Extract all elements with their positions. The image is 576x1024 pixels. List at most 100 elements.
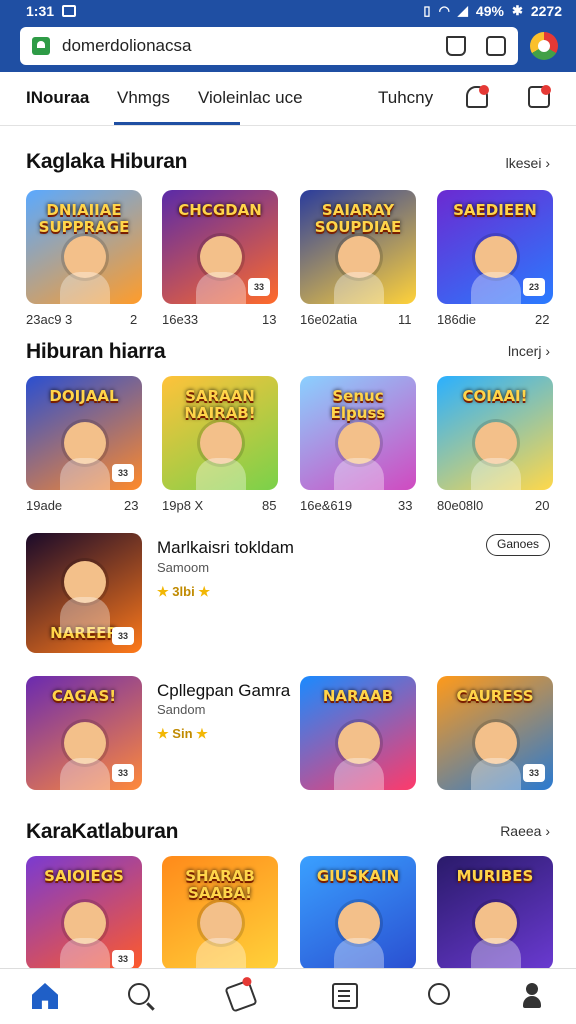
url-text[interactable]: domerdolionacsa <box>62 36 426 56</box>
see-more-link[interactable]: Raeea › <box>500 823 550 839</box>
tile-art-title: SAIOIEGS <box>44 867 124 885</box>
game-tile[interactable]: CAURESS 33 <box>437 676 553 790</box>
game-tile[interactable]: NARAAB <box>300 676 416 790</box>
featured-art-title: CAGAS! <box>51 687 117 705</box>
tile-art-title: DOIJAAL <box>49 387 119 405</box>
bottom-nav <box>0 968 576 1024</box>
character-art <box>60 722 110 790</box>
tile-count: 11 <box>398 312 412 327</box>
tabs-icon[interactable] <box>486 36 506 56</box>
notification-badge <box>241 975 253 988</box>
game-tile[interactable]: MURIBES <box>437 856 553 970</box>
featured-art[interactable]: CAGAS! 33 <box>26 676 142 790</box>
tile-badge: 33 <box>112 464 134 482</box>
character-art <box>60 902 110 970</box>
featured-title[interactable]: Marlkaisri tokldam <box>157 538 294 558</box>
tile-art-title: SAIARAY SOUPDIAE <box>314 201 402 236</box>
tile-art-title: SARAAN NAIRAB! <box>184 387 256 422</box>
status-time: 1:31 <box>26 3 55 19</box>
tab-bar: INouraa Vhmgs Violeinlac uce Tuhcny <box>0 72 576 126</box>
message-badge <box>541 85 551 95</box>
game-tile[interactable]: SAIOIEGS 33 <box>26 856 142 970</box>
tile-art-title: MURIBES <box>456 867 534 885</box>
star-icon: ★ <box>196 726 208 741</box>
share-icon[interactable] <box>446 36 466 56</box>
tile-meta: 16e02atia <box>300 312 358 327</box>
game-tile[interactable]: SHARAB SAABA! <box>162 856 278 970</box>
tile-art-title: CHCGDAN <box>178 201 262 219</box>
character-art <box>196 236 246 304</box>
tile-meta: 80e08l0 <box>437 498 484 513</box>
star-icon: ★ <box>198 584 210 599</box>
browser-profile-icon[interactable] <box>530 32 558 60</box>
featured-title[interactable]: Cpllegpan Gamra <box>157 681 290 701</box>
featured-art[interactable]: NAREER 33 <box>26 533 142 653</box>
character-art <box>334 236 384 304</box>
game-tile[interactable]: SAIARAY SOUPDIAE <box>300 190 416 304</box>
tile-count: 33 <box>398 498 413 513</box>
tile-count: 23 <box>124 498 139 513</box>
tile-art-title: SHARAB SAABA! <box>185 867 255 902</box>
game-tile[interactable]: DNIAIIAE SUPPRAGE <box>26 190 142 304</box>
game-tile[interactable]: Senuc Elpuss <box>300 376 416 490</box>
game-tile[interactable]: COIAAI! <box>437 376 553 490</box>
chat-icon[interactable] <box>428 983 450 1005</box>
message-icon[interactable] <box>528 85 551 108</box>
character-art <box>196 902 246 970</box>
tab-1[interactable]: Vhmgs <box>117 88 170 108</box>
tile-badge: 33 <box>112 764 134 782</box>
game-tile[interactable]: SAEDIEEN 23 <box>437 190 553 304</box>
see-more-link[interactable]: lkesei › <box>506 155 550 171</box>
tile-count: 2 <box>130 312 138 327</box>
bell-badge <box>479 85 489 95</box>
status-extra: 2272 <box>530 3 562 19</box>
bluetooth-icon: ✱ <box>511 3 523 18</box>
game-tile[interactable]: DOIJAAL 33 <box>26 376 142 490</box>
tab-2[interactable]: Violeinlac uce <box>198 88 303 108</box>
tile-art-title: DNIAIIAE SUPPRAGE <box>38 201 130 236</box>
tab-3[interactable]: Tuhcny <box>378 88 433 108</box>
character-art <box>471 722 521 790</box>
notification-square-icon <box>62 5 77 17</box>
character-art <box>196 422 246 490</box>
tile-art-title: Senuc Elpuss <box>330 387 386 422</box>
home-icon[interactable] <box>32 983 58 1009</box>
tile-badge: 33 <box>112 627 134 645</box>
character-art <box>334 722 384 790</box>
tile-meta: 19p8 X <box>162 498 204 513</box>
featured-subtitle: Sandom <box>157 702 206 717</box>
tile-badge: 33 <box>248 278 270 296</box>
character-art <box>60 561 110 633</box>
character-art <box>471 902 521 970</box>
search-icon[interactable] <box>128 983 150 1005</box>
bell-icon[interactable] <box>466 85 489 108</box>
tile-meta: 19ade <box>26 498 63 513</box>
signal-icon: ◢ <box>457 3 468 18</box>
tile-art-title: CAURESS <box>456 687 534 705</box>
see-more-link[interactable]: lncerj › <box>508 343 550 359</box>
wifi-icon: ◠ <box>438 3 450 18</box>
tile-badge: 33 <box>523 764 545 782</box>
tile-count: 85 <box>262 498 277 513</box>
rating-value: Sin <box>172 726 193 741</box>
section-title: KaraKatlaburan <box>26 820 179 843</box>
character-art <box>60 236 110 304</box>
notifications-icon[interactable] <box>224 975 258 1013</box>
game-tile[interactable]: GIUSKAIN <box>300 856 416 970</box>
url-bar[interactable]: domerdolionacsa <box>20 27 518 65</box>
tab-0[interactable]: INouraa <box>26 88 89 108</box>
tile-art-title: NARAAB <box>322 687 394 705</box>
tile-art-title: SAEDIEEN <box>453 201 537 219</box>
star-icon: ★ <box>157 726 169 741</box>
profile-icon[interactable] <box>520 983 546 1009</box>
tile-meta: 16e&619 <box>300 498 353 513</box>
game-tile[interactable]: CHCGDAN 33 <box>162 190 278 304</box>
tile-badge: 33 <box>112 950 134 968</box>
tile-meta: 23ac9 3 <box>26 312 73 327</box>
tile-count: 20 <box>535 498 550 513</box>
feed-icon[interactable] <box>332 983 358 1009</box>
character-art <box>471 422 521 490</box>
rating-value: 3lbi <box>172 584 195 599</box>
featured-action-button[interactable]: Ganoes <box>486 534 550 556</box>
game-tile[interactable]: SARAAN NAIRAB! <box>162 376 278 490</box>
